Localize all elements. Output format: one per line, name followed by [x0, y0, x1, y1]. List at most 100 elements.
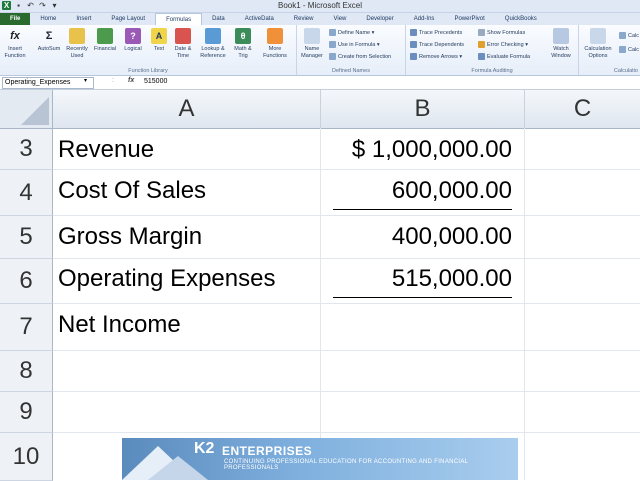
financial-book-icon [97, 28, 113, 44]
formula-auditing-label: Formula Auditing [471, 68, 513, 74]
defined-names-label: Defined Names [332, 68, 370, 74]
row-header-4[interactable]: 4 [0, 170, 53, 216]
recently-used-button[interactable]: Recently Used [64, 28, 90, 59]
cell-b6[interactable]: 515,000.00 [322, 265, 512, 293]
defined-names-group: Name Manager Define Name ▾ Use in Formul… [297, 25, 406, 75]
tab-powerpivot[interactable]: PowerPivot [444, 13, 494, 25]
autosum-button[interactable]: Σ AutoSum [36, 28, 62, 53]
tab-add-ins[interactable]: Add-Ins [404, 13, 445, 25]
name-manager-button[interactable]: Name Manager [299, 28, 325, 59]
name-box[interactable]: Operating_Expenses [2, 77, 94, 89]
mountain-icon [148, 456, 208, 480]
banner-tagline: CONTINUING PROFESSIONAL EDUCATION FOR AC… [224, 459, 469, 471]
row-header-8[interactable]: 8 [0, 351, 53, 392]
calc-now-button[interactable]: Calc [619, 31, 639, 41]
trace-dependents-label: Trace Dependents [419, 42, 465, 48]
show-formulas-button[interactable]: Show Formulas [478, 28, 525, 38]
evaluate-formula-label: Evaluate Formula [487, 54, 531, 60]
autosum-label: AutoSum [37, 46, 61, 52]
recently-used-label: Recently Used [66, 46, 88, 59]
formula-input[interactable]: 515000 [144, 77, 167, 87]
tab-insert[interactable]: Insert [66, 13, 101, 25]
define-name-button[interactable]: Define Name ▾ [329, 28, 374, 38]
select-all-triangle [21, 97, 49, 125]
logical-button[interactable]: ? Logical [120, 28, 146, 53]
use-in-formula-button[interactable]: Use in Formula ▾ [329, 40, 380, 50]
banner-company-name: ENTERPRISES [222, 444, 313, 458]
trace-dependents-icon [410, 41, 417, 49]
calculation-label: Calculatio [613, 68, 638, 74]
trace-dependents-button[interactable]: Trace Dependents [410, 40, 464, 50]
ribbon: fx Insert Function Σ AutoSum Recently Us… [0, 25, 640, 76]
column-header-c[interactable]: C [525, 90, 640, 129]
calculator-icon [590, 28, 606, 44]
function-library-group: fx Insert Function Σ AutoSum Recently Us… [0, 25, 297, 75]
remove-arrows-label: Remove Arrows [419, 54, 458, 60]
tab-page-layout[interactable]: Page Layout [101, 13, 155, 25]
tab-file[interactable]: File [0, 13, 31, 25]
math-trig-button[interactable]: θ Math & Trig [230, 28, 256, 59]
window-title: Book1 - Microsoft Excel [277, 1, 363, 10]
remove-arrows-button[interactable]: Remove Arrows ▾ [410, 52, 462, 62]
column-header-b[interactable]: B [321, 90, 525, 129]
tab-data[interactable]: Data [202, 13, 235, 25]
cell-a7[interactable]: Net Income [58, 311, 181, 339]
watch-window-button[interactable]: Watch Window [548, 28, 574, 59]
name-manager-label: Name Manager [301, 46, 323, 59]
cell-a5[interactable]: Gross Margin [58, 223, 202, 251]
error-checking-icon [478, 41, 485, 49]
calc-sheet-button[interactable]: Calc [619, 45, 639, 55]
lookup-reference-button[interactable]: Lookup & Reference [198, 28, 228, 59]
tab-review[interactable]: Review [284, 13, 324, 25]
text-label: Text [153, 46, 165, 52]
calculation-options-label: Calculation Options [584, 46, 612, 59]
tab-view[interactable]: View [323, 13, 356, 25]
fx-icon[interactable]: fx [128, 77, 134, 84]
name-manager-icon [304, 28, 320, 44]
error-checking-label: Error Checking [487, 42, 524, 48]
cell-b6-underline [333, 297, 512, 298]
name-box-dropdown-icon[interactable]: ▾ [84, 77, 87, 84]
calculation-options-button[interactable]: Calculation Options [581, 28, 615, 59]
cell-b3[interactable]: $ 1,000,000.00 [322, 136, 512, 164]
error-checking-button[interactable]: Error Checking ▾ [478, 40, 528, 50]
define-name-icon [329, 29, 336, 37]
k2-logo: K2 [194, 440, 215, 457]
tab-developer[interactable]: Developer [356, 13, 403, 25]
calendar-book-icon [175, 28, 191, 44]
logical-label: Logical [124, 46, 142, 52]
cell-a4[interactable]: Cost Of Sales [58, 177, 206, 205]
trace-precedents-button[interactable]: Trace Precedents [410, 28, 462, 38]
cell-b4[interactable]: 600,000.00 [322, 177, 512, 205]
use-in-formula-label: Use in Formula [338, 42, 376, 48]
formula-bar-separator: : [112, 77, 114, 84]
text-button[interactable]: A Text [146, 28, 172, 53]
calc-sheet-icon [619, 46, 626, 54]
table-row [53, 351, 640, 392]
evaluate-formula-button[interactable]: Evaluate Formula [478, 52, 530, 62]
row-header-10[interactable]: 10 [0, 433, 53, 481]
insert-function-button[interactable]: fx Insert Function [2, 28, 28, 59]
tab-activedata[interactable]: ActiveData [235, 13, 284, 25]
cell-b5[interactable]: 400,000.00 [322, 223, 512, 251]
column-header-a[interactable]: A [53, 90, 321, 129]
math-book-icon: θ [235, 28, 251, 44]
row-header-5[interactable]: 5 [0, 216, 53, 259]
table-row [53, 392, 640, 433]
tab-home[interactable]: Home [30, 13, 66, 25]
row-header-6[interactable]: 6 [0, 259, 53, 304]
more-functions-button[interactable]: More Functions [260, 28, 290, 59]
tab-quickbooks[interactable]: QuickBooks [495, 13, 547, 25]
title-bar: X ▪ ↶ ↷ ▾ Book1 - Microsoft Excel [0, 0, 640, 13]
date-time-button[interactable]: Date & Time [170, 28, 196, 59]
cell-a3[interactable]: Revenue [58, 136, 154, 164]
create-from-selection-button[interactable]: Create from Selection [329, 52, 391, 62]
show-formulas-label: Show Formulas [487, 30, 526, 36]
select-all-corner[interactable] [0, 90, 53, 129]
more-functions-book-icon [267, 28, 283, 44]
financial-button[interactable]: Financial [92, 28, 118, 53]
row-header-3[interactable]: 3 [0, 129, 53, 170]
cell-a6[interactable]: Operating Expenses [58, 265, 275, 293]
row-header-9[interactable]: 9 [0, 392, 53, 433]
row-header-7[interactable]: 7 [0, 304, 53, 351]
